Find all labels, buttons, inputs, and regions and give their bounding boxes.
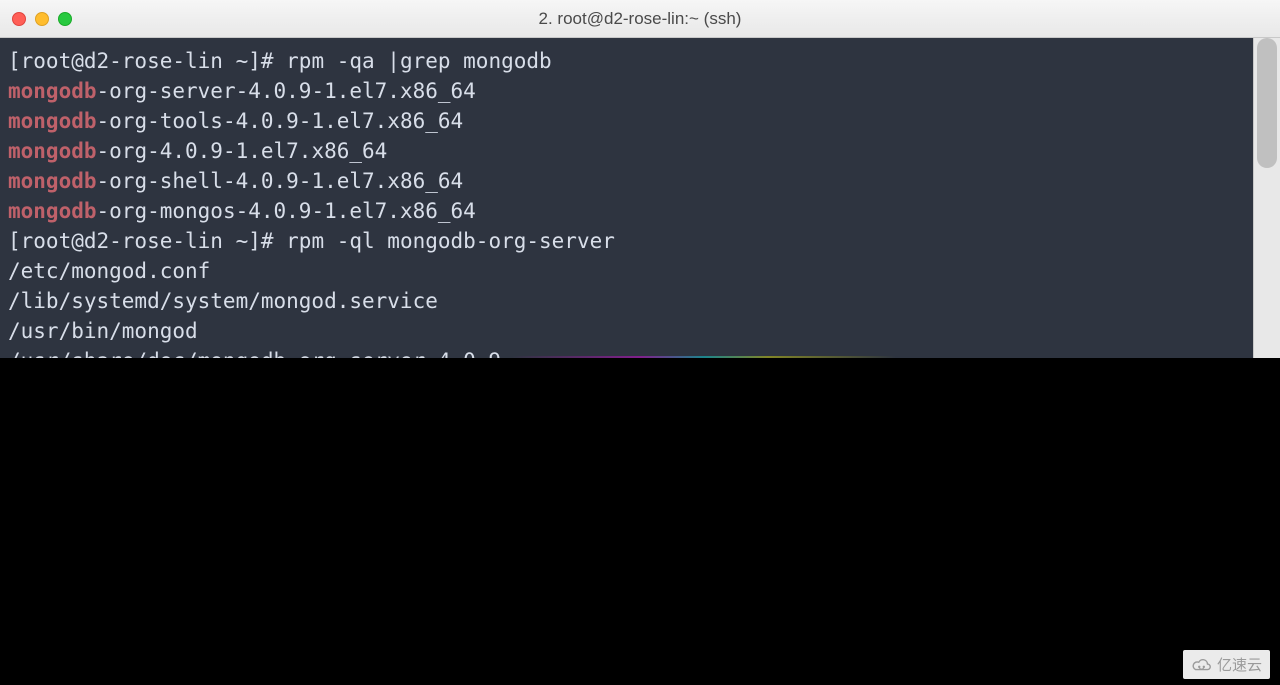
prompt-prefix: [root@d2-rose-lin ~]#: [8, 49, 286, 73]
grep-match: mongodb: [8, 139, 97, 163]
grep-match: mongodb: [8, 109, 97, 133]
output-line: mongodb-org-4.0.9-1.el7.x86_64: [8, 136, 1272, 166]
window-titlebar: 2. root@d2-rose-lin:~ (ssh): [0, 0, 1280, 38]
output-line: /etc/mongod.conf: [8, 256, 1272, 286]
prompt-line: [root@d2-rose-lin ~]# rpm -qa |grep mong…: [8, 46, 1272, 76]
watermark-text: 亿速云: [1217, 654, 1262, 675]
grep-rest: -org-mongos-4.0.9-1.el7.x86_64: [97, 199, 476, 223]
scrollbar-thumb[interactable]: [1257, 38, 1277, 168]
output-line: mongodb-org-server-4.0.9-1.el7.x86_64: [8, 76, 1272, 106]
output-line: /usr/bin/mongod: [8, 316, 1272, 346]
output-line: /usr/share/doc/mongodb-org-server-4.0.9: [8, 346, 1272, 358]
minimize-button[interactable]: [35, 12, 49, 26]
output-line: /lib/systemd/system/mongod.service: [8, 286, 1272, 316]
vertical-scrollbar[interactable]: [1253, 38, 1280, 358]
grep-rest: -org-shell-4.0.9-1.el7.x86_64: [97, 169, 464, 193]
traffic-lights: [12, 12, 72, 26]
watermark: 亿速云: [1183, 650, 1270, 679]
cloud-icon: [1191, 656, 1213, 674]
command-text: rpm -qa |grep mongodb: [286, 49, 552, 73]
grep-rest: -org-tools-4.0.9-1.el7.x86_64: [97, 109, 464, 133]
grep-rest: -org-server-4.0.9-1.el7.x86_64: [97, 79, 476, 103]
grep-match: mongodb: [8, 199, 97, 223]
grep-match: mongodb: [8, 79, 97, 103]
output-line: mongodb-org-tools-4.0.9-1.el7.x86_64: [8, 106, 1272, 136]
output-line: mongodb-org-mongos-4.0.9-1.el7.x86_64: [8, 196, 1272, 226]
close-button[interactable]: [12, 12, 26, 26]
window-title: 2. root@d2-rose-lin:~ (ssh): [0, 9, 1280, 29]
prompt-line: [root@d2-rose-lin ~]# rpm -ql mongodb-or…: [8, 226, 1272, 256]
grep-rest: -org-4.0.9-1.el7.x86_64: [97, 139, 388, 163]
prompt-prefix: [root@d2-rose-lin ~]#: [8, 229, 286, 253]
terminal-viewport[interactable]: [root@d2-rose-lin ~]# rpm -qa |grep mong…: [0, 38, 1280, 358]
output-line: mongodb-org-shell-4.0.9-1.el7.x86_64: [8, 166, 1272, 196]
command-text: rpm -ql mongodb-org-server: [286, 229, 615, 253]
grep-match: mongodb: [8, 169, 97, 193]
maximize-button[interactable]: [58, 12, 72, 26]
